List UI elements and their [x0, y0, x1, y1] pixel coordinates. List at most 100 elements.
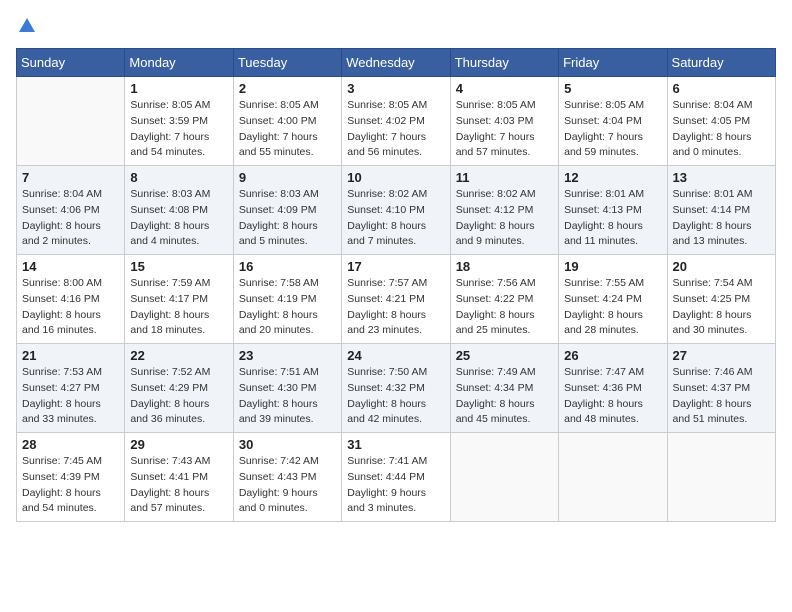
day-number: 23: [239, 348, 336, 363]
calendar-week-2: 7Sunrise: 8:04 AM Sunset: 4:06 PM Daylig…: [17, 166, 776, 255]
day-info: Sunrise: 7:57 AM Sunset: 4:21 PM Dayligh…: [347, 276, 444, 339]
calendar-cell: [667, 433, 775, 522]
calendar-cell: 2Sunrise: 8:05 AM Sunset: 4:00 PM Daylig…: [233, 77, 341, 166]
day-number: 17: [347, 259, 444, 274]
day-number: 1: [130, 81, 227, 96]
calendar-week-5: 28 Sunrise: 7:45 AM Sunset: 4:39 PM Dayli…: [17, 433, 776, 522]
day-info: Sunrise: 7:46 AM Sunset: 4:37 PM Dayligh…: [673, 365, 770, 428]
day-number: 30: [239, 437, 336, 452]
logo: [16, 16, 38, 36]
day-number: 20: [673, 259, 770, 274]
header-wednesday: Wednesday: [342, 49, 450, 77]
calendar-cell: 26 Sunrise: 7:47 AM Sunset: 4:36 PM Dayli…: [559, 344, 667, 433]
day-number: 11: [456, 170, 553, 185]
day-number: 18: [456, 259, 553, 274]
calendar-cell: 31 Sunrise: 7:41 AM Sunset: 4:44 PM Dayli…: [342, 433, 450, 522]
page-header: [16, 16, 776, 36]
header-saturday: Saturday: [667, 49, 775, 77]
calendar-cell: 27 Sunrise: 7:46 AM Sunset: 4:37 PM Dayli…: [667, 344, 775, 433]
day-number: 27: [673, 348, 770, 363]
day-info: Sunrise: 7:55 AM Sunset: 4:24 PM Dayligh…: [564, 276, 661, 339]
header-monday: Monday: [125, 49, 233, 77]
calendar-cell: 30 Sunrise: 7:42 AM Sunset: 4:43 PM Dayli…: [233, 433, 341, 522]
day-number: 6: [673, 81, 770, 96]
calendar-cell: 3 Sunrise: 8:05 AM Sunset: 4:02 PM Daylig…: [342, 77, 450, 166]
day-number: 31: [347, 437, 444, 452]
calendar-cell: 11 Sunrise: 8:02 AM Sunset: 4:12 PM Dayli…: [450, 166, 558, 255]
calendar-cell: 28 Sunrise: 7:45 AM Sunset: 4:39 PM Dayli…: [17, 433, 125, 522]
calendar-header: SundayMondayTuesdayWednesdayThursdayFrid…: [17, 49, 776, 77]
day-info: Sunrise: 8:02 AM Sunset: 4:12 PM Dayligh…: [456, 187, 553, 250]
day-info: Sunrise: 7:41 AM Sunset: 4:44 PM Dayligh…: [347, 454, 444, 517]
header-thursday: Thursday: [450, 49, 558, 77]
calendar-cell: 9 Sunrise: 8:03 AM Sunset: 4:09 PM Daylig…: [233, 166, 341, 255]
day-info: Sunrise: 8:03 AM Sunset: 4:09 PM Dayligh…: [239, 187, 336, 250]
day-number: 7: [22, 170, 119, 185]
day-info: Sunrise: 8:04 AM Sunset: 4:05 PM Dayligh…: [673, 98, 770, 161]
calendar-cell: 29 Sunrise: 7:43 AM Sunset: 4:41 PM Dayli…: [125, 433, 233, 522]
calendar-cell: 4 Sunrise: 8:05 AM Sunset: 4:03 PM Daylig…: [450, 77, 558, 166]
calendar-cell: 12 Sunrise: 8:01 AM Sunset: 4:13 PM Dayli…: [559, 166, 667, 255]
day-number: 16: [239, 259, 336, 274]
day-number: 29: [130, 437, 227, 452]
header-tuesday: Tuesday: [233, 49, 341, 77]
day-info: Sunrise: 7:50 AM Sunset: 4:32 PM Dayligh…: [347, 365, 444, 428]
day-number: 21: [22, 348, 119, 363]
day-info: Sunrise: 7:49 AM Sunset: 4:34 PM Dayligh…: [456, 365, 553, 428]
day-info: Sunrise: 7:59 AM Sunset: 4:17 PM Dayligh…: [130, 276, 227, 339]
day-info: Sunrise: 7:54 AM Sunset: 4:25 PM Dayligh…: [673, 276, 770, 339]
day-number: 10: [347, 170, 444, 185]
calendar-cell: [559, 433, 667, 522]
day-info: Sunrise: 8:05 AM Sunset: 4:00 PM Dayligh…: [239, 98, 336, 161]
calendar-cell: [450, 433, 558, 522]
day-info: Sunrise: 7:47 AM Sunset: 4:36 PM Dayligh…: [564, 365, 661, 428]
calendar-cell: 19Sunrise: 7:55 AM Sunset: 4:24 PM Dayli…: [559, 255, 667, 344]
calendar-cell: 25 Sunrise: 7:49 AM Sunset: 4:34 PM Dayli…: [450, 344, 558, 433]
calendar-cell: 21 Sunrise: 7:53 AM Sunset: 4:27 PM Dayli…: [17, 344, 125, 433]
day-number: 28: [22, 437, 119, 452]
day-number: 9: [239, 170, 336, 185]
day-number: 4: [456, 81, 553, 96]
day-info: Sunrise: 8:05 AM Sunset: 4:04 PM Dayligh…: [564, 98, 661, 161]
calendar-cell: 15 Sunrise: 7:59 AM Sunset: 4:17 PM Dayli…: [125, 255, 233, 344]
calendar-cell: 6 Sunrise: 8:04 AM Sunset: 4:05 PM Daylig…: [667, 77, 775, 166]
day-info: Sunrise: 8:05 AM Sunset: 3:59 PM Dayligh…: [130, 98, 227, 161]
day-info: Sunrise: 7:45 AM Sunset: 4:39 PM Dayligh…: [22, 454, 119, 517]
header-friday: Friday: [559, 49, 667, 77]
day-number: 22: [130, 348, 227, 363]
day-info: Sunrise: 7:52 AM Sunset: 4:29 PM Dayligh…: [130, 365, 227, 428]
day-info: Sunrise: 7:42 AM Sunset: 4:43 PM Dayligh…: [239, 454, 336, 517]
day-number: 3: [347, 81, 444, 96]
calendar-cell: 17 Sunrise: 7:57 AM Sunset: 4:21 PM Dayli…: [342, 255, 450, 344]
calendar-cell: 18 Sunrise: 7:56 AM Sunset: 4:22 PM Dayli…: [450, 255, 558, 344]
day-info: Sunrise: 7:58 AM Sunset: 4:19 PM Dayligh…: [239, 276, 336, 339]
day-number: 26: [564, 348, 661, 363]
day-info: Sunrise: 8:03 AM Sunset: 4:08 PM Dayligh…: [130, 187, 227, 250]
day-info: Sunrise: 8:05 AM Sunset: 4:02 PM Dayligh…: [347, 98, 444, 161]
calendar-cell: 14Sunrise: 8:00 AM Sunset: 4:16 PM Dayli…: [17, 255, 125, 344]
day-number: 13: [673, 170, 770, 185]
day-number: 15: [130, 259, 227, 274]
calendar-week-1: 1 Sunrise: 8:05 AM Sunset: 3:59 PM Daylig…: [17, 77, 776, 166]
day-number: 25: [456, 348, 553, 363]
day-info: Sunrise: 8:01 AM Sunset: 4:14 PM Dayligh…: [673, 187, 770, 250]
day-info: Sunrise: 7:43 AM Sunset: 4:41 PM Dayligh…: [130, 454, 227, 517]
calendar-week-4: 21 Sunrise: 7:53 AM Sunset: 4:27 PM Dayli…: [17, 344, 776, 433]
day-info: Sunrise: 8:01 AM Sunset: 4:13 PM Dayligh…: [564, 187, 661, 250]
calendar-cell: 22 Sunrise: 7:52 AM Sunset: 4:29 PM Dayli…: [125, 344, 233, 433]
day-number: 14: [22, 259, 119, 274]
calendar-cell: 20 Sunrise: 7:54 AM Sunset: 4:25 PM Dayli…: [667, 255, 775, 344]
day-info: Sunrise: 7:56 AM Sunset: 4:22 PM Dayligh…: [456, 276, 553, 339]
day-number: 12: [564, 170, 661, 185]
day-info: Sunrise: 8:05 AM Sunset: 4:03 PM Dayligh…: [456, 98, 553, 161]
calendar-cell: 24Sunrise: 7:50 AM Sunset: 4:32 PM Dayli…: [342, 344, 450, 433]
day-info: Sunrise: 8:02 AM Sunset: 4:10 PM Dayligh…: [347, 187, 444, 250]
calendar-cell: 16 Sunrise: 7:58 AM Sunset: 4:19 PM Dayli…: [233, 255, 341, 344]
calendar-cell: 8 Sunrise: 8:03 AM Sunset: 4:08 PM Daylig…: [125, 166, 233, 255]
logo-icon: [17, 16, 37, 36]
calendar-week-3: 14Sunrise: 8:00 AM Sunset: 4:16 PM Dayli…: [17, 255, 776, 344]
day-number: 5: [564, 81, 661, 96]
day-info: Sunrise: 7:53 AM Sunset: 4:27 PM Dayligh…: [22, 365, 119, 428]
calendar-cell: [17, 77, 125, 166]
day-number: 8: [130, 170, 227, 185]
